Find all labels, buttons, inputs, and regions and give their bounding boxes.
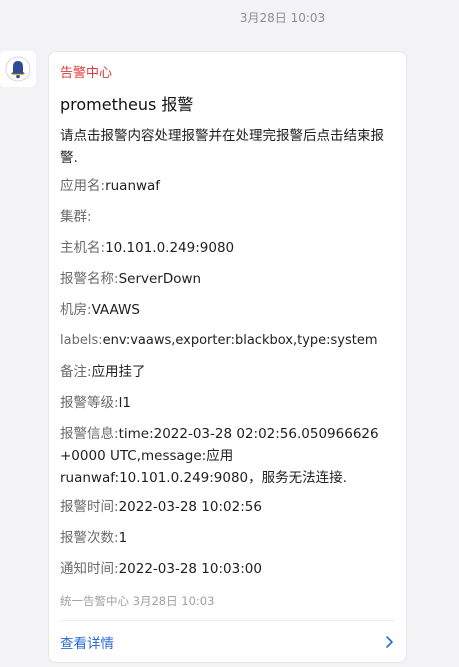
- sender-name: 告警中心: [60, 66, 113, 81]
- field-value: 2022-03-28 10:03:00: [118, 561, 262, 577]
- alert-title: prometheus 报警: [60, 95, 194, 114]
- field-label: 机房:: [60, 302, 92, 318]
- alert-message: 请点击报警内容处理报警并在处理完报警后点击结束报警.: [60, 128, 384, 166]
- field-notify-time: 通知时间:2022-03-28 10:03:00: [60, 558, 395, 580]
- message-timestamp: 3月28日 10:03: [239, 11, 326, 25]
- field-label: 主机名:: [60, 240, 106, 256]
- field-alert-name: 报警名称:ServerDown: [60, 268, 395, 290]
- field-alert-info: 报警信息:time:2022-03-28 02:02:56.050966626 …: [60, 423, 395, 489]
- field-label: 报警名称:: [60, 271, 119, 287]
- field-alert-level: 报警等级:l1: [60, 392, 395, 414]
- field-value: 10.101.0.249:9080: [105, 240, 235, 256]
- field-hostname: 主机名:10.101.0.249:9080: [60, 237, 395, 259]
- field-label: 报警时间:: [60, 499, 119, 515]
- bell-icon: [5, 56, 31, 82]
- field-value: ServerDown: [118, 271, 202, 287]
- field-label: 报警次数:: [60, 530, 119, 546]
- field-label: 应用名:: [60, 178, 106, 194]
- field-alert-time: 报警时间:2022-03-28 10:02:56: [60, 496, 395, 518]
- field-value: 2022-03-28 10:02:56: [118, 499, 262, 515]
- field-label: 集群:: [60, 209, 92, 225]
- field-label: 通知时间:: [60, 561, 119, 577]
- chevron-right-icon: [386, 636, 393, 648]
- field-value: 1: [118, 530, 128, 546]
- view-details-label: 查看详情: [60, 636, 114, 652]
- field-label: 报警信息:: [60, 426, 119, 442]
- field-labels: labels:env:vaaws,exporter:blackbox,type:…: [60, 330, 395, 352]
- field-value: VAAWS: [91, 302, 140, 318]
- field-label: 报警等级:: [60, 395, 119, 411]
- card-footer: 统一告警中心 3月28日 10:03: [60, 594, 215, 608]
- field-remark: 备注:应用挂了: [60, 361, 395, 383]
- field-label: labels:: [60, 333, 103, 348]
- field-value: env:vaaws,exporter:blackbox,type:system: [102, 333, 378, 348]
- footer-divider: [60, 620, 395, 621]
- field-value: ruanwaf: [105, 178, 161, 194]
- field-cluster: 集群:: [60, 206, 395, 228]
- field-app-name: 应用名:ruanwaf: [60, 175, 395, 197]
- field-value: l1: [118, 395, 131, 411]
- field-value: 应用挂了: [91, 364, 146, 380]
- alert-card: 告警中心 prometheus 报警 请点击报警内容处理报警并在处理完报警后点击…: [48, 51, 407, 663]
- sender-avatar[interactable]: [0, 51, 36, 87]
- field-datacenter: 机房:VAAWS: [60, 299, 395, 321]
- field-alert-count: 报警次数:1: [60, 527, 395, 549]
- field-label: 备注:: [60, 364, 92, 380]
- view-details-link[interactable]: 查看详情: [60, 627, 395, 657]
